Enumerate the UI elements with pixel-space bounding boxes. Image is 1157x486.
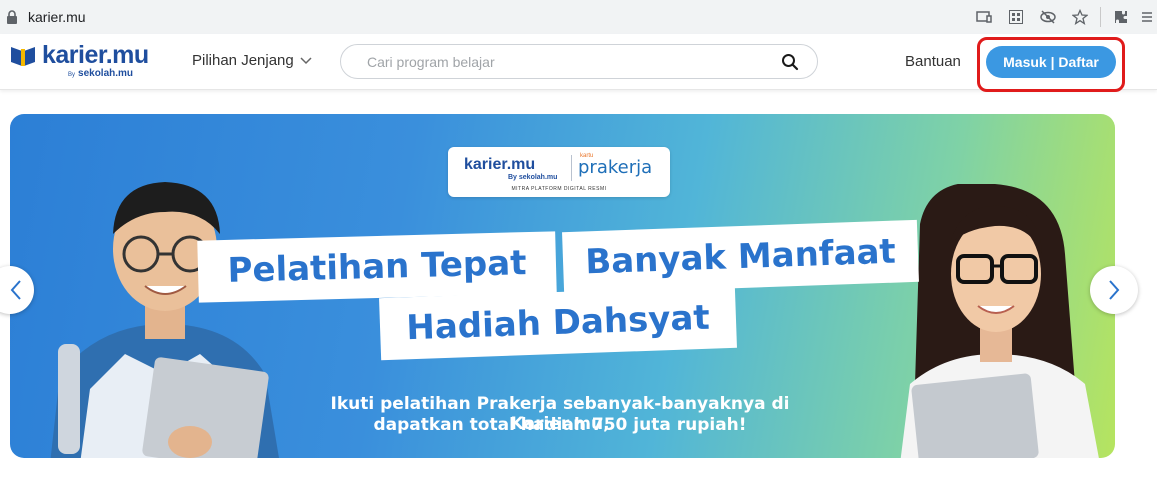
man-with-laptop-illustration bbox=[50, 182, 279, 458]
toolbar-divider bbox=[1100, 7, 1101, 27]
browser-toolbar: karier.mu bbox=[0, 0, 1157, 34]
partner-by-text: By sekolah.mu bbox=[508, 174, 558, 181]
chevron-right-icon bbox=[1109, 280, 1120, 300]
logo-subtext: By sekolah.mu bbox=[68, 68, 134, 79]
qr-code-icon[interactable] bbox=[1000, 0, 1032, 34]
woman-with-laptop-illustration bbox=[900, 184, 1099, 458]
star-icon[interactable] bbox=[1064, 0, 1096, 34]
partner-prakerja-logo: prakerja bbox=[578, 157, 653, 178]
site-header: karier.mu Bysekolah.mu Pilihan Jenjang B… bbox=[0, 34, 1157, 92]
carousel-next-button[interactable] bbox=[1090, 266, 1138, 314]
search-input[interactable] bbox=[367, 52, 767, 72]
partner-divider bbox=[571, 155, 572, 181]
hero-banner[interactable]: karier.mu By sekolah.mu kartu prakerja M… bbox=[10, 114, 1115, 458]
search-box bbox=[340, 44, 818, 79]
banner-subtitle-line-2: dapatkan total hadiah 750 juta rupiah! bbox=[373, 415, 747, 435]
headline-pelatihan-tepat: Pelatihan Tepat bbox=[197, 231, 557, 303]
bantuan-link[interactable]: Bantuan bbox=[905, 53, 961, 70]
partner-karier-logo: karier.mu bbox=[464, 156, 536, 173]
partner-mitra-text: MITRA PLATFORM DIGITAL RESMI bbox=[511, 186, 607, 192]
chevron-left-icon bbox=[10, 280, 21, 300]
extensions-icon[interactable] bbox=[1105, 0, 1137, 34]
partner-logo-card: karier.mu By sekolah.mu kartu prakerja M… bbox=[448, 147, 670, 197]
headline-banyak-manfaat: Banyak Manfaat bbox=[562, 219, 919, 295]
logo-text: karier.mu bbox=[42, 41, 149, 69]
book-logo-icon bbox=[11, 47, 35, 66]
pilihan-jenjang-dropdown[interactable]: Pilihan Jenjang bbox=[192, 52, 312, 69]
address-bar[interactable]: karier.mu bbox=[0, 2, 1110, 32]
lock-icon bbox=[7, 10, 17, 24]
eye-off-icon[interactable] bbox=[1032, 0, 1064, 34]
cast-icon[interactable] bbox=[968, 0, 1000, 34]
menu-icon[interactable] bbox=[1137, 0, 1157, 34]
headline-hadiah-dahsyat: Hadiah Dahsyat bbox=[379, 285, 737, 361]
pilihan-jenjang-label: Pilihan Jenjang bbox=[192, 52, 294, 69]
browser-actions bbox=[968, 0, 1157, 34]
search-icon[interactable] bbox=[781, 53, 799, 71]
masuk-daftar-button[interactable]: Masuk | Daftar bbox=[986, 46, 1116, 78]
chevron-down-icon bbox=[300, 56, 312, 64]
karier-mu-logo[interactable]: karier.mu By sekolah.mu bbox=[10, 41, 160, 83]
url-text: karier.mu bbox=[28, 9, 86, 25]
